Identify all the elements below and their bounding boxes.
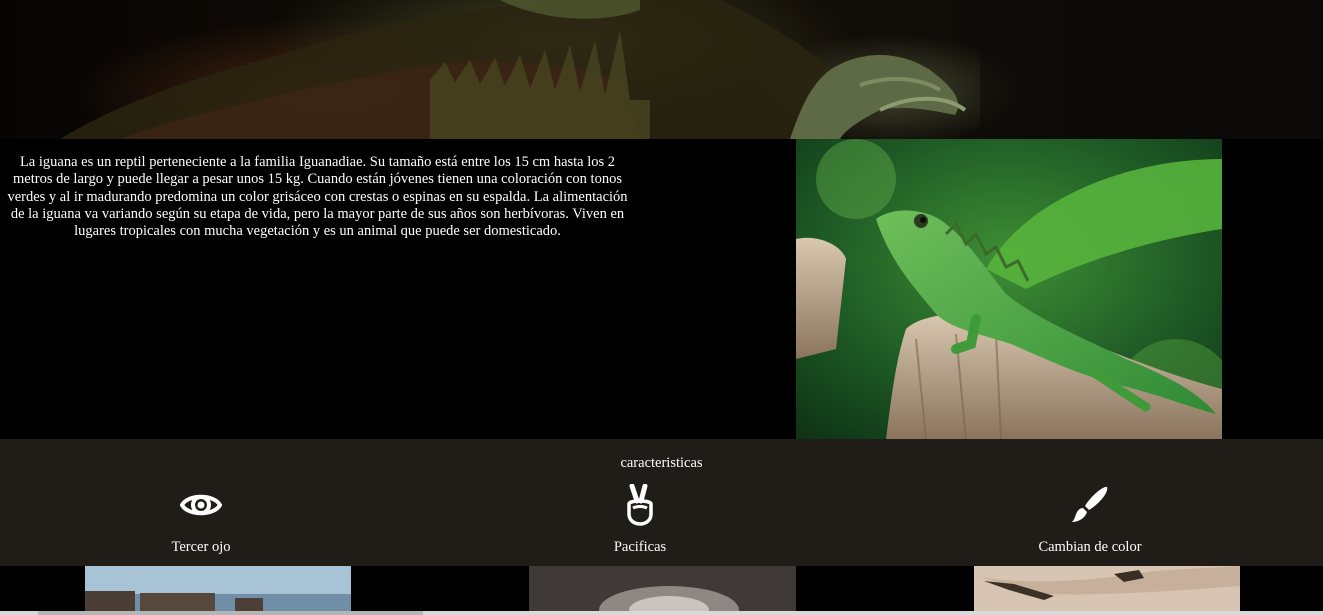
rocks-shore-photo [85, 566, 351, 615]
horizontal-scrollbar[interactable] [0, 611, 1323, 615]
paintbrush-icon [960, 484, 1220, 526]
intro-paragraph: La iguana es un reptil perteneciente a l… [7, 154, 628, 240]
peace-hand-icon [510, 483, 770, 526]
scrollbar-thumb[interactable] [38, 611, 423, 615]
eye-icon [71, 484, 331, 526]
green-lizard-photo [796, 139, 1222, 439]
feature-cambian-de-color: Cambian de color [960, 484, 1220, 556]
feature-tercer-ojo: Tercer ojo [71, 484, 331, 556]
feature-label: Cambian de color [1038, 539, 1142, 555]
iguana-closeup-illustration [60, 0, 1323, 139]
iguana-eye-photo [529, 566, 796, 615]
feature-label: Tercer ojo [171, 539, 231, 555]
hero-image [0, 0, 1323, 139]
features-title: caracteristicas [620, 455, 703, 471]
features-section: caracteristicas Tercer ojo Pacificas Cam… [0, 439, 1323, 566]
feature-pacificas: Pacificas [510, 483, 770, 556]
page: La iguana es un reptil perteneciente a l… [0, 0, 1323, 615]
lizards-sand-photo [974, 566, 1240, 615]
feature-label: Pacificas [613, 539, 667, 555]
